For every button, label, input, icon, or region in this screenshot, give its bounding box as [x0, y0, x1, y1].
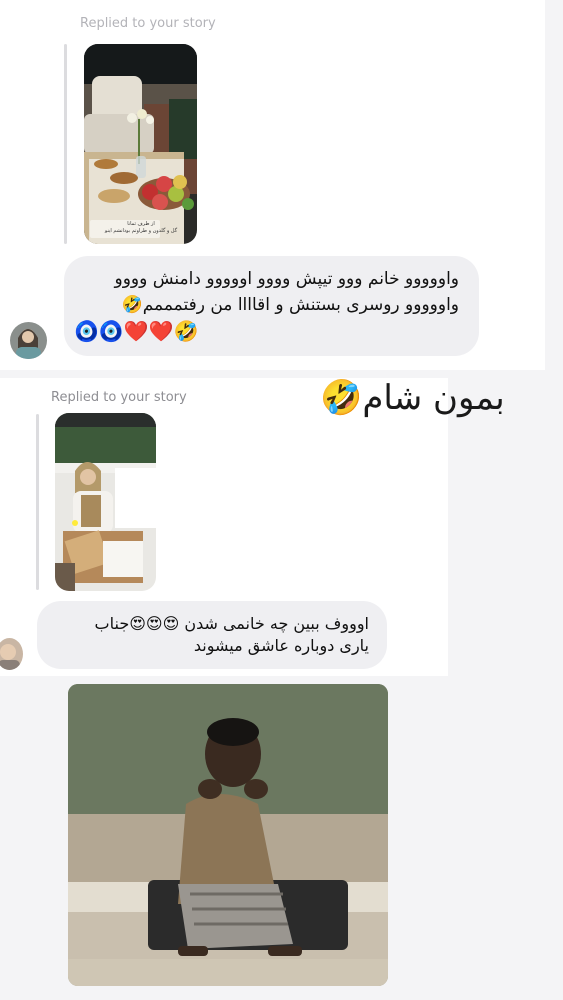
sad-boy-meme-image	[68, 684, 388, 986]
story-image-woman-unboxing	[55, 413, 156, 591]
message-card-1: Replied to your story از طرف ثمانا گل و …	[0, 0, 545, 370]
story-thumbnail-2[interactable]	[55, 413, 156, 591]
story-caption-line-2: گل و گلدون و طراوتم بودانشم اینو	[104, 228, 178, 234]
story-thumbnail-1[interactable]: از طرف ثمانا گل و گلدون و طراوتم بودانشم…	[84, 44, 197, 244]
message-1-line-2: واووووو روسری بستنش و اقاااا من رفتمممم🤣	[121, 295, 459, 315]
message-2-line-2: یاری دوباره عاشق میشوند	[193, 636, 369, 655]
meme-image[interactable]	[68, 684, 388, 986]
message-bubble-1[interactable]: واووووو خانم ووو تیپش وووو اووووو دامنش …	[64, 256, 479, 356]
story-caption-line-1: از طرف ثمانا	[127, 221, 155, 227]
message-card-2: Replied to your story بمون شام🤣 اوووف بب…	[0, 378, 505, 676]
story-overlay-text: بمون شام🤣	[320, 378, 505, 418]
message-bubble-2[interactable]: اوووف ببین چه خانمی شدن 😍😍😍جناب یاری دوب…	[37, 601, 387, 669]
user-avatar-icon[interactable]	[10, 322, 47, 359]
message-1-line-1: واووووو خانم ووو تیپش وووو اووووو دامنش …	[114, 269, 459, 289]
reply-quote-bar-1	[64, 44, 67, 244]
replied-to-story-label-1: Replied to your story	[80, 16, 216, 31]
message-1-line-3: 🧿🧿❤️❤️🤣	[74, 319, 199, 343]
reply-quote-bar-2	[36, 414, 39, 590]
message-2-line-1: اوووف ببین چه خانمی شدن 😍😍😍جناب	[94, 614, 369, 633]
replied-to-story-label-2: Replied to your story	[51, 390, 187, 405]
story-image-garden-table	[84, 44, 197, 244]
